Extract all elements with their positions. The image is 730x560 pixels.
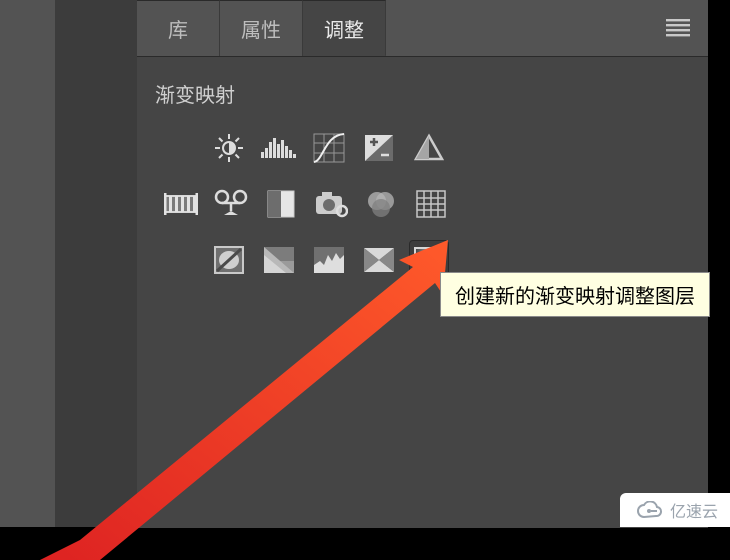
channel-mixer-icon: [365, 189, 397, 219]
lookup-icon: [416, 190, 446, 218]
balance-icon: [214, 189, 248, 219]
selective-color-button[interactable]: [359, 240, 399, 280]
dock-strip: [55, 0, 137, 527]
exposure-icon: [364, 134, 394, 162]
brightness-icon: [213, 132, 245, 164]
tab-library[interactable]: 库: [137, 0, 220, 56]
panel-heading: 渐变映射: [137, 57, 708, 120]
black-white-button[interactable]: [261, 184, 301, 224]
watermark-text: 亿速云: [670, 498, 718, 522]
curves-icon: [313, 133, 345, 163]
left-gutter: [0, 0, 56, 527]
channel-mixer-button[interactable]: [361, 184, 401, 224]
gradient-map-icon: [414, 247, 444, 273]
vibrance-icon: [414, 133, 444, 163]
curves-button[interactable]: [309, 128, 349, 168]
panel-menu-button[interactable]: [648, 0, 708, 56]
color-balance-button[interactable]: [211, 184, 251, 224]
posterize-icon: [264, 247, 294, 273]
color-lookup-button[interactable]: [411, 184, 451, 224]
photo-filter-icon: [314, 190, 348, 218]
tab-bar: 库 属性 调整: [137, 0, 708, 57]
brightness-contrast-button[interactable]: [209, 128, 249, 168]
vibrance-button[interactable]: [409, 128, 449, 168]
posterize-button[interactable]: [259, 240, 299, 280]
watermark: 亿速云: [620, 493, 730, 527]
hue-sat-icon: [164, 190, 198, 218]
hamburger-icon: [666, 19, 690, 37]
threshold-button[interactable]: [309, 240, 349, 280]
grid-row: [209, 128, 708, 168]
tooltip: 创建新的渐变映射调整图层: [440, 272, 710, 317]
invert-icon: [214, 246, 244, 274]
adjustments-panel: 库 属性 调整 渐变映射: [137, 0, 708, 527]
grid-row: [161, 184, 708, 224]
cloud-icon: [636, 501, 664, 519]
selective-color-icon: [363, 247, 395, 273]
tab-adjustments[interactable]: 调整: [303, 0, 386, 56]
bw-icon: [267, 190, 295, 218]
threshold-icon: [314, 247, 344, 273]
invert-button[interactable]: [209, 240, 249, 280]
levels-icon: [261, 134, 297, 162]
tab-properties[interactable]: 属性: [220, 0, 303, 56]
photo-filter-button[interactable]: [311, 184, 351, 224]
hue-saturation-button[interactable]: [161, 184, 201, 224]
exposure-button[interactable]: [359, 128, 399, 168]
levels-button[interactable]: [259, 128, 299, 168]
adjustment-grid: [209, 128, 708, 280]
